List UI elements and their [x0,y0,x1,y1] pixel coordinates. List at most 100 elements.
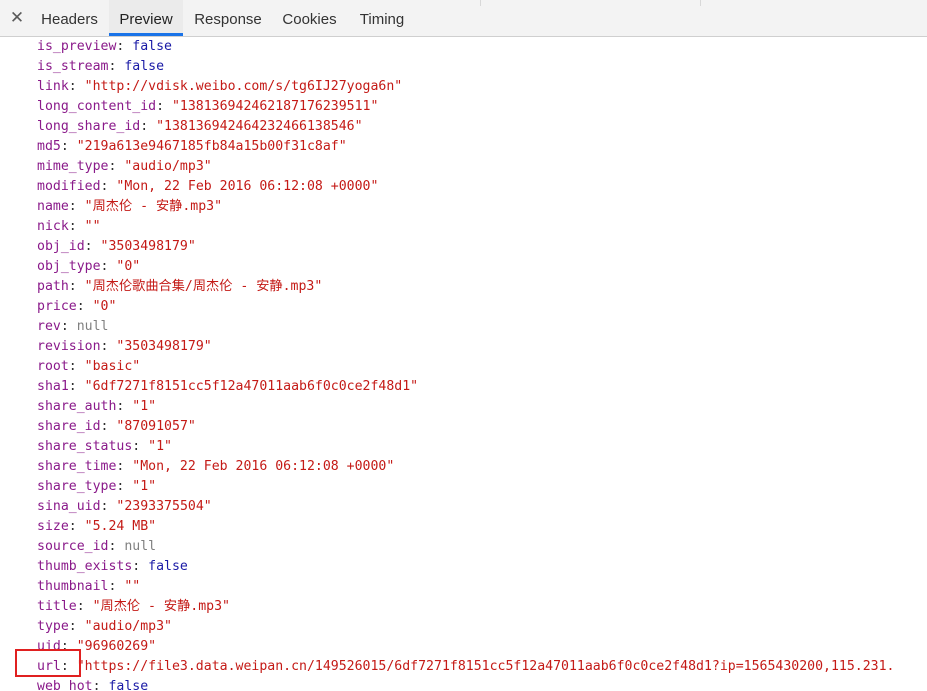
property-key: name [37,199,69,214]
property-separator: : [60,139,77,154]
property-row-sha1[interactable]: sha1: "6df7271f8151cc5f12a47011aab6f0c0c… [37,377,418,397]
property-separator: : [76,299,93,314]
property-row-long-content-id[interactable]: long_content_id: "1381369424621871762395… [37,97,378,117]
property-row-share-status[interactable]: share_status: "1" [37,437,172,457]
property-key: thumbnail [37,579,109,594]
property-row-url[interactable]: url: "https://file3.data.weipan.cn/14952… [37,657,895,677]
property-separator: : [100,419,117,434]
property-row-is-preview[interactable]: is_preview: false [37,37,172,57]
property-row-rev[interactable]: rev: null [37,317,108,337]
property-row-mime-type[interactable]: mime_type: "audio/mp3" [37,157,212,177]
property-value: "https://file3.data.weipan.cn/149526015/… [76,659,895,674]
property-row-md5[interactable]: md5: "219a613e9467185fb84a15b00f31c8af" [37,137,347,157]
property-value: "Mon, 22 Feb 2016 06:12:08 +0000" [116,179,379,194]
property-value: "3503498179" [116,339,212,354]
property-separator: : [132,439,149,454]
property-value: "Mon, 22 Feb 2016 06:12:08 +0000" [132,459,395,474]
property-key: web_hot [37,679,93,691]
property-value: "138136942464232466138546" [156,119,363,134]
property-value: "6df7271f8151cc5f12a47011aab6f0c0ce2f48d… [84,379,419,394]
property-separator: : [108,579,125,594]
property-separator: : [60,659,77,674]
property-key: rev [37,319,61,334]
property-key: share_status [37,439,133,454]
tab-headers[interactable]: Headers [32,0,107,36]
property-key: revision [37,339,101,354]
property-row-share-auth[interactable]: share_auth: "1" [37,397,156,417]
property-row-share-type[interactable]: share_type: "1" [37,477,156,497]
property-value: "219a613e9467185fb84a15b00f31c8af" [76,139,347,154]
property-value: false [108,679,149,691]
devtools-tab-bar: ✕ Headers Preview Response Cookies Timin… [0,0,927,37]
property-key: long_share_id [37,119,141,134]
tab-timing[interactable]: Timing [349,0,415,36]
property-separator: : [100,259,117,274]
property-separator: : [100,499,117,514]
property-separator: : [92,679,109,691]
property-value: "96960269" [76,639,157,654]
property-key: is_stream [37,59,109,74]
property-row-size[interactable]: size: "5.24 MB" [37,517,156,537]
property-row-uid[interactable]: uid: "96960269" [37,637,156,657]
property-key: url [37,659,61,674]
property-key: long_content_id [37,99,157,114]
property-separator: : [68,619,85,634]
property-value: "87091057" [116,419,196,434]
property-separator: : [100,179,117,194]
property-row-name[interactable]: name: "周杰伦 - 安静.mp3" [37,197,222,217]
tab-response[interactable]: Response [186,0,270,36]
tab-cookies[interactable]: Cookies [273,0,346,36]
property-row-sina-uid[interactable]: sina_uid: "2393375504" [37,497,212,517]
property-row-share-time[interactable]: share_time: "Mon, 22 Feb 2016 06:12:08 +… [37,457,394,477]
property-row-modified[interactable]: modified: "Mon, 22 Feb 2016 06:12:08 +00… [37,177,378,197]
divider [700,0,701,6]
property-value: "0" [92,299,117,314]
property-key: price [37,299,77,314]
property-value: null [124,539,157,554]
property-row-nick[interactable]: nick: "" [37,217,101,237]
close-icon[interactable]: ✕ [8,8,26,28]
property-separator: : [116,459,133,474]
property-key: is_preview [37,39,117,54]
property-separator: : [68,379,85,394]
property-row-share-id[interactable]: share_id: "87091057" [37,417,196,437]
property-separator: : [108,539,125,554]
property-row-is-stream[interactable]: is_stream: false [37,57,164,77]
property-key: share_auth [37,399,117,414]
property-row-web-hot[interactable]: web_hot: false [37,677,148,691]
property-row-thumb-exists[interactable]: thumb_exists: false [37,557,188,577]
property-value: "audio/mp3" [124,159,212,174]
property-key: obj_id [37,239,85,254]
property-row-obj-id[interactable]: obj_id: "3503498179" [37,237,196,257]
property-separator: : [68,219,85,234]
property-separator: : [84,239,101,254]
property-value: "1" [148,439,172,454]
property-row-price[interactable]: price: "0" [37,297,116,317]
property-separator: : [108,59,125,74]
property-row-thumbnail[interactable]: thumbnail: "" [37,577,140,597]
property-row-path[interactable]: path: "周杰伦歌曲合集/周杰伦 - 安静.mp3" [37,277,322,297]
tab-preview[interactable]: Preview [109,0,183,36]
property-key: thumb_exists [37,559,133,574]
property-separator: : [68,359,85,374]
property-key: link [37,79,69,94]
property-key: md5 [37,139,61,154]
property-row-obj-type[interactable]: obj_type: "0" [37,257,140,277]
property-separator: : [132,559,149,574]
property-row-link[interactable]: link: "http://vdisk.weibo.com/s/tg6IJ27y… [37,77,402,97]
property-value: "3503498179" [100,239,196,254]
property-value: "周杰伦 - 安静.mp3" [92,599,230,614]
property-row-revision[interactable]: revision: "3503498179" [37,337,212,357]
property-row-root[interactable]: root: "basic" [37,357,140,377]
property-separator: : [116,479,133,494]
property-row-title[interactable]: title: "周杰伦 - 安静.mp3" [37,597,230,617]
property-row-long-share-id[interactable]: long_share_id: "138136942464232466138546… [37,117,363,137]
property-row-source-id[interactable]: source_id: null [37,537,156,557]
property-key: root [37,359,69,374]
property-separator: : [68,79,85,94]
property-value: "2393375504" [116,499,212,514]
property-value: "" [84,219,101,234]
property-key: mime_type [37,159,109,174]
property-row-type[interactable]: type: "audio/mp3" [37,617,172,637]
property-value: "audio/mp3" [84,619,172,634]
